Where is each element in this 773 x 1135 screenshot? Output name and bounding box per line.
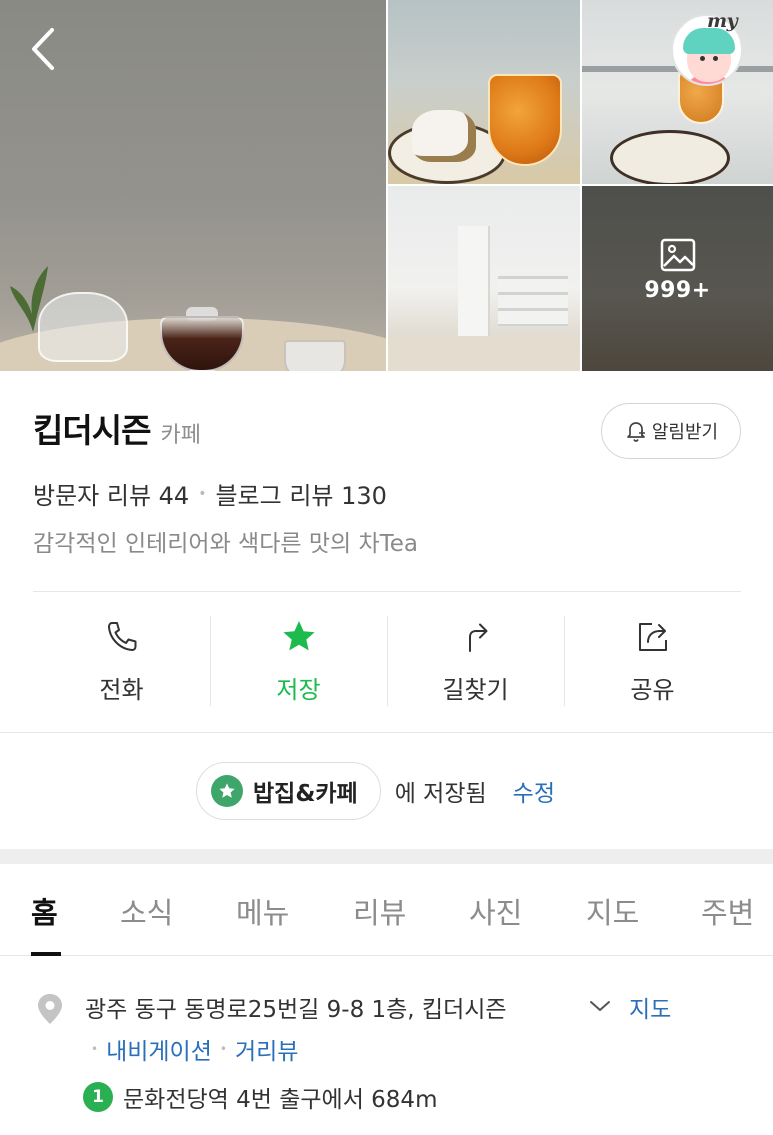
dessert-plate [610, 130, 730, 184]
saved-suffix: 에 저장됨 [394, 781, 487, 807]
active-tab-indicator [31, 952, 61, 956]
section-divider [0, 849, 773, 864]
tab-news[interactable]: 소식 [120, 890, 173, 932]
alarm-button[interactable]: 알림받기 [601, 403, 741, 459]
navigation-link[interactable]: 내비게이션 [106, 1032, 212, 1066]
tab-nearby[interactable]: 주변 [701, 890, 754, 932]
metro-info: 1 문화전당역 4번 출구에서 684m [83, 1080, 437, 1114]
image-icon [660, 238, 695, 272]
share-icon [638, 623, 667, 651]
save-button[interactable]: 저장 [210, 604, 387, 708]
tab-bar: 홈 소식 메뉴 리뷰 사진 지도 주변 [0, 864, 773, 956]
share-label: 공유 [630, 676, 675, 704]
share-button[interactable]: 공유 [564, 604, 741, 708]
photo-thumb-1[interactable] [388, 0, 580, 184]
photo-count: 999+ [644, 278, 711, 303]
edit-link[interactable]: 수정 [513, 774, 555, 808]
tab-reviews[interactable]: 리뷰 [353, 890, 406, 932]
directions-icon [468, 623, 487, 652]
action-bar: 전화 저장 길찾기 공유 [33, 604, 741, 708]
saved-status: 밥집&카페 에 저장됨 수정 [196, 762, 555, 820]
address-links: • 내비게이션 • 거리뷰 [83, 1032, 298, 1066]
map-link[interactable]: 지도 [629, 990, 671, 1024]
alarm-label: 알림받기 [651, 422, 719, 443]
divider [33, 591, 741, 592]
place-category: 카페 [160, 423, 201, 448]
tab-photos[interactable]: 사진 [469, 890, 522, 932]
photo-gallery: 999+ my [0, 0, 773, 371]
wall-shelves [498, 276, 568, 326]
separator-dot: • [91, 1042, 99, 1056]
photo-thumb-3[interactable] [388, 186, 580, 371]
star-icon [219, 783, 235, 798]
location-pin-icon [38, 994, 62, 1024]
tab-home[interactable]: 홈 [31, 890, 58, 932]
separator-dot: • [219, 1042, 227, 1056]
directions-label: 길찾기 [442, 676, 509, 704]
glass-teapot [38, 292, 128, 362]
star-icon [282, 621, 315, 651]
more-photos: 999+ [582, 238, 773, 303]
my-label[interactable]: my [707, 10, 738, 32]
avatar-eye [713, 56, 718, 61]
metro-distance: 문화전당역 4번 출구에서 684m [123, 1087, 438, 1113]
tab-menu[interactable]: 메뉴 [236, 890, 289, 932]
phone-icon [107, 622, 136, 651]
directions-button[interactable]: 길찾기 [387, 604, 564, 708]
metro-line-badge: 1 [83, 1082, 113, 1112]
back-arrow-icon[interactable] [24, 24, 64, 74]
saved-folder-name: 밥집&카페 [253, 781, 358, 807]
white-cup [284, 340, 346, 371]
chevron-down-icon[interactable] [588, 998, 612, 1014]
avatar-eye [700, 56, 705, 61]
blog-review-link[interactable]: 블로그 리뷰 130 [215, 476, 386, 511]
street-view-link[interactable]: 거리뷰 [235, 1032, 298, 1066]
tab-map[interactable]: 지도 [586, 890, 639, 932]
divider [0, 732, 773, 733]
visitor-review-link[interactable]: 방문자 리뷰 44 [33, 476, 189, 511]
address-text: 광주 동구 동명로25번길 9-8 1층, 킵더시즌 [85, 997, 507, 1023]
call-label: 전화 [99, 676, 144, 704]
dessert [412, 110, 476, 162]
saved-folder-chip[interactable]: 밥집&카페 [196, 762, 381, 820]
save-label: 저장 [276, 676, 321, 704]
call-button[interactable]: 전화 [33, 604, 210, 708]
place-name: 킵더시즌 [33, 411, 151, 450]
place-title-row: 킵더시즌 카페 [33, 404, 201, 452]
folder-star-badge [211, 775, 243, 807]
place-description: 감각적인 인테리어와 색다른 맛의 차Tea [33, 531, 419, 557]
review-summary: 방문자 리뷰 44 • 블로그 리뷰 130 [33, 476, 387, 511]
separator-dot: • [198, 485, 207, 502]
photo-thumb-more[interactable]: 999+ [582, 186, 773, 371]
counter [388, 336, 580, 371]
iced-tea-glass [488, 74, 562, 166]
bell-plus-icon [627, 422, 645, 442]
